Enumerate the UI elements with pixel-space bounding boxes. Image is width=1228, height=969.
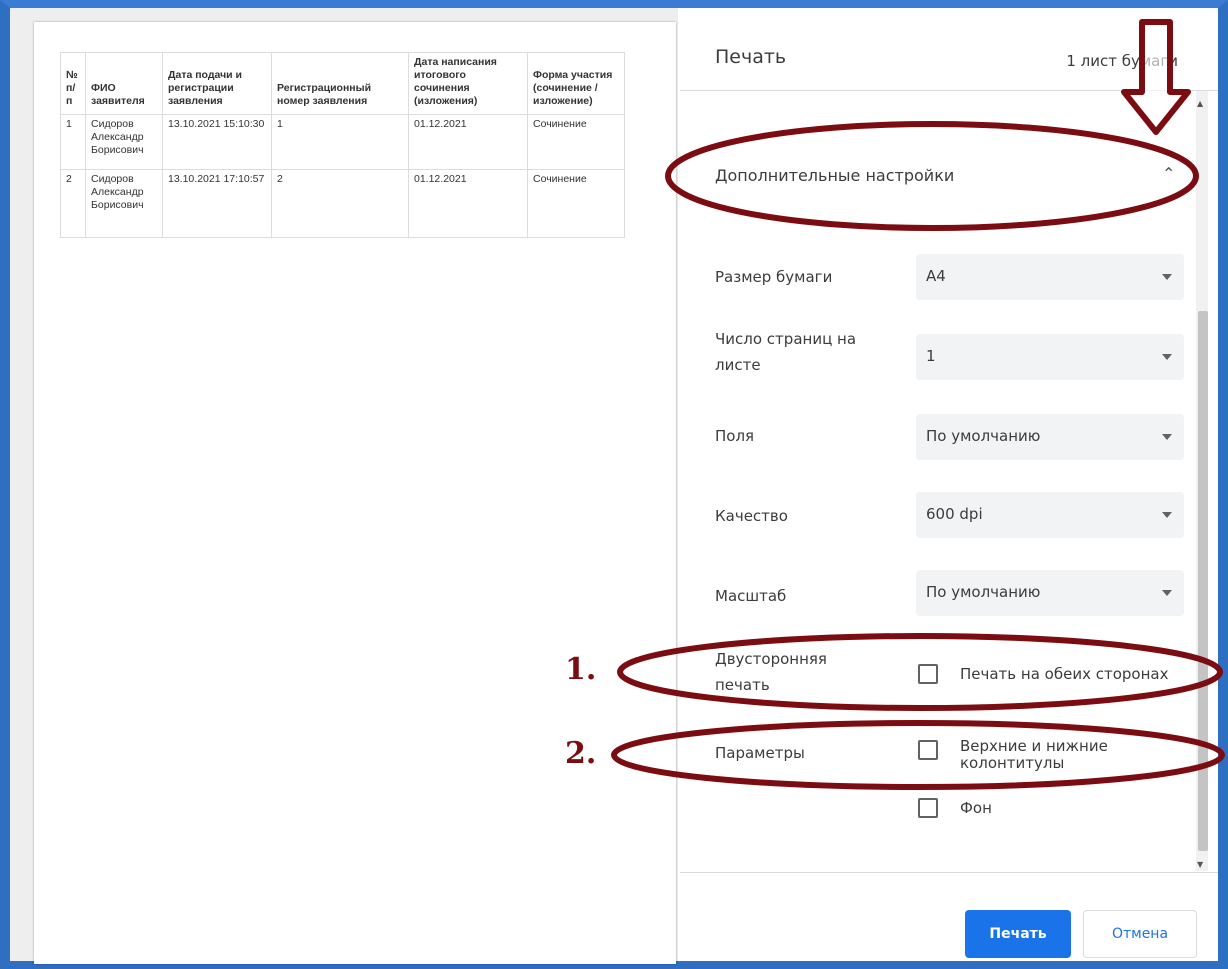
table-cell: 13.10.2021 17:10:57 [162,169,272,238]
table-row: 1 Сидоров Александр Борисович 13.10.2021… [60,114,625,170]
dropdown-arrow-icon [1162,512,1172,518]
table-cell: 1 [60,114,86,170]
scroll-thumb[interactable] [1198,311,1208,851]
scale-value: По умолчанию [926,583,1041,601]
sheet-count: 1 лист бумаги [1066,52,1178,70]
table-cell: Сочинение [527,169,625,238]
print-settings-panel: Печать 1 лист бумаги ▲ ▼ Дополнительные … [680,8,1218,961]
col-header-reg-number: Регистрационный номер заявления [271,52,409,115]
table-cell: 2 [271,169,409,238]
advanced-settings-toggle[interactable]: Дополнительные настройки [715,166,954,185]
preview-page: № п/ п ФИО заявителя Дата подачи и регис… [34,22,676,964]
pages-per-sheet-value: 1 [926,347,936,365]
col-header-number: № п/ п [60,52,86,115]
margins-select[interactable]: По умолчанию [916,414,1184,460]
settings-scrollbar[interactable]: ▲ ▼ [1196,91,1208,871]
duplex-checkbox[interactable] [918,664,938,684]
table-cell: Сидоров Александр Борисович [85,114,163,170]
table-cell: Сочинение [527,114,625,170]
dropdown-arrow-icon [1162,274,1172,280]
dropdown-arrow-icon [1162,434,1172,440]
cancel-button[interactable]: Отмена [1083,910,1197,958]
background-checkbox[interactable] [918,798,938,818]
headers-footers-checkbox[interactable] [918,740,938,760]
table-row: 2 Сидоров Александр Борисович 13.10.2021… [60,169,625,238]
footer-divider [680,872,1218,873]
print-preview-area: № п/ п ФИО заявителя Дата подачи и регис… [10,8,678,964]
dropdown-arrow-icon [1162,354,1172,360]
margins-value: По умолчанию [926,427,1041,445]
quality-label: Качество [715,507,788,525]
scale-select[interactable]: По умолчанию [916,570,1184,616]
panel-title: Печать [715,46,787,68]
options-label: Параметры [715,744,805,762]
quality-select[interactable]: 600 dpi [916,492,1184,538]
table-cell: 13.10.2021 15:10:30 [162,114,272,170]
table-header-row: № п/ п ФИО заявителя Дата подачи и регис… [60,52,625,115]
headers-footers-label[interactable]: Верхние и нижние колонтитулы [960,738,1130,772]
table-cell: Сидоров Александр Борисович [85,169,163,238]
margins-label: Поля [715,427,755,445]
table-cell: 01.12.2021 [408,114,528,170]
table-cell: 1 [271,114,409,170]
scroll-up-icon[interactable]: ▲ [1197,99,1203,108]
applications-table: № п/ п ФИО заявителя Дата подачи и регис… [60,52,625,238]
paper-size-select[interactable]: А4 [916,254,1184,300]
annotation-marker-2: 2. [565,736,597,771]
duplex-option-label[interactable]: Печать на обеих сторонах [960,666,1168,683]
annotation-marker-1: 1. [565,652,597,687]
chevron-up-icon[interactable]: ⌃ [1162,164,1175,183]
col-header-essay-date: Дата написания итогового сочинения (изло… [408,52,528,115]
header-divider [680,90,1218,91]
col-header-name: ФИО заявителя [85,52,163,115]
duplex-label: Двусторонняя печать [715,650,827,694]
pages-per-sheet-select[interactable]: 1 [916,334,1184,380]
paper-size-label: Размер бумаги [715,268,833,286]
scroll-down-icon[interactable]: ▼ [1197,860,1203,869]
background-label[interactable]: Фон [960,800,992,817]
col-header-date: Дата подачи и регистрации заявления [162,52,272,115]
table-cell: 01.12.2021 [408,169,528,238]
table-cell: 2 [60,169,86,238]
dropdown-arrow-icon [1162,590,1172,596]
pages-per-sheet-label: Число страниц на листе [715,330,857,374]
paper-size-value: А4 [926,267,946,285]
col-header-form: Форма участия (сочинение / изложение) [527,52,625,115]
scale-label: Масштаб [715,587,787,605]
quality-value: 600 dpi [926,505,983,523]
print-button[interactable]: Печать [965,910,1071,958]
